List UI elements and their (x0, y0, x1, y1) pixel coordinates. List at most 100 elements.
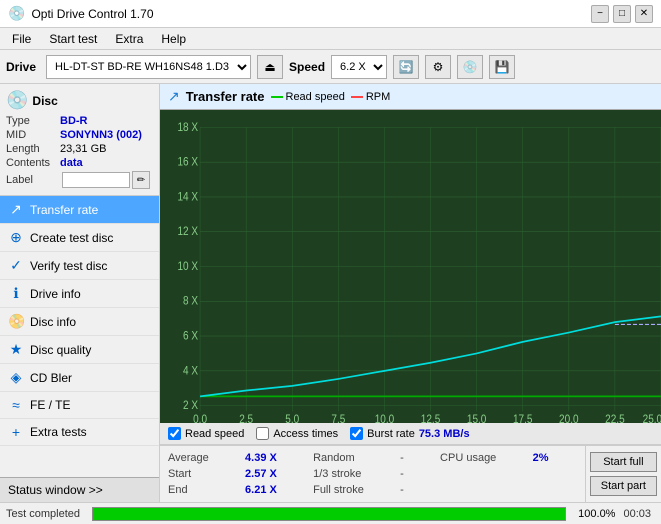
minimize-button[interactable]: − (591, 5, 609, 23)
action-buttons: Start full Start part (585, 446, 661, 502)
svg-text:20.0: 20.0 (559, 413, 578, 423)
nav-items: ↗ Transfer rate ⊕ Create test disc ✓ Ver… (0, 196, 159, 477)
nav-fe-te[interactable]: ≈ FE / TE (0, 392, 159, 419)
progress-bar-wrapper (92, 507, 566, 521)
random-value: - (396, 450, 434, 466)
legend-read-label: Read speed (286, 91, 345, 103)
legend-rpm-label: RPM (366, 91, 390, 103)
drive-info-icon: ℹ (8, 285, 24, 302)
chart-header: ↗ Transfer rate Read speed RPM (160, 84, 661, 110)
disc-info-icon: 📀 (8, 313, 24, 330)
burst-rate-value: 75.3 MB/s (419, 428, 470, 440)
menu-extra[interactable]: Extra (107, 30, 151, 48)
stroke-1-3-label: 1/3 stroke (311, 466, 392, 482)
svg-text:5.0: 5.0 (285, 413, 299, 423)
nav-drive-info-label: Drive info (30, 287, 81, 301)
svg-text:17.5: 17.5 (513, 413, 532, 423)
speed-label: Speed (289, 60, 325, 74)
disc-label-key: Label (6, 174, 60, 186)
access-times-check[interactable] (256, 427, 269, 440)
disc-contents-key: Contents (6, 157, 60, 169)
nav-transfer-rate[interactable]: ↗ Transfer rate (0, 196, 159, 224)
svg-text:12.5: 12.5 (421, 413, 440, 423)
svg-text:4 X: 4 X (183, 365, 198, 378)
extra-tests-icon: + (8, 424, 24, 440)
start-label: Start (166, 466, 237, 482)
svg-text:22.5: 22.5 (605, 413, 624, 423)
verify-test-disc-icon: ✓ (8, 257, 24, 274)
disc-icon: 💿 (6, 90, 28, 111)
drive-label: Drive (6, 60, 36, 74)
nav-verify-test-disc[interactable]: ✓ Verify test disc (0, 252, 159, 280)
status-time: 00:03 (623, 508, 651, 520)
save-button[interactable]: 💾 (489, 55, 515, 79)
nav-cd-bler-label: CD Bler (30, 371, 72, 385)
disc-length-key: Length (6, 143, 60, 155)
legend-rpm-color (351, 96, 363, 98)
status-text: Test completed (6, 508, 80, 520)
disc-type-row: Type BD-R (6, 115, 153, 127)
transfer-rate-chart: 18 X 16 X 14 X 12 X 10 X 8 X 6 X 4 X 2 X… (160, 110, 661, 423)
disc-type-value: BD-R (60, 115, 88, 127)
svg-text:15.0: 15.0 (467, 413, 486, 423)
nav-extra-tests-label: Extra tests (30, 425, 87, 439)
average-label: Average (166, 450, 237, 466)
refresh-button[interactable]: 🔄 (393, 55, 419, 79)
transfer-rate-icon: ↗ (8, 201, 24, 218)
speed-select[interactable]: 6.2 X (331, 55, 387, 79)
progress-percent: 100.0% (578, 508, 615, 520)
disc-header-label: Disc (32, 94, 57, 108)
access-times-check-label: Access times (273, 428, 338, 440)
chart-icon: ↗ (168, 88, 180, 105)
start-full-button[interactable]: Start full (590, 452, 657, 472)
disc-mid-key: MID (6, 129, 60, 141)
read-speed-checkbox[interactable]: Read speed (168, 427, 244, 440)
access-times-checkbox[interactable]: Access times (256, 427, 338, 440)
disc-contents-row: Contents data (6, 157, 153, 169)
eject-button[interactable]: ⏏ (257, 55, 283, 79)
nav-drive-info[interactable]: ℹ Drive info (0, 280, 159, 308)
start-part-button[interactable]: Start part (590, 476, 657, 496)
nav-create-test-disc[interactable]: ⊕ Create test disc (0, 224, 159, 252)
svg-text:0.0: 0.0 (193, 413, 207, 423)
maximize-button[interactable]: □ (613, 5, 631, 23)
menu-file[interactable]: File (4, 30, 39, 48)
svg-text:2 X: 2 X (183, 399, 198, 412)
svg-text:16 X: 16 X (177, 156, 198, 169)
create-test-disc-icon: ⊕ (8, 229, 24, 246)
nav-disc-info[interactable]: 📀 Disc info (0, 308, 159, 336)
status-window-button[interactable]: Status window >> (0, 477, 159, 502)
drive-select[interactable]: HL-DT-ST BD-RE WH16NS48 1.D3 (46, 55, 251, 79)
burst-rate-check-label: Burst rate (367, 428, 415, 440)
status-window-label: Status window >> (8, 483, 103, 497)
disc-mid-row: MID SONYNN3 (002) (6, 129, 153, 141)
sidebar: 💿 Disc Type BD-R MID SONYNN3 (002) Lengt… (0, 84, 160, 502)
stroke-1-3-value: - (396, 466, 434, 482)
settings-button[interactable]: ⚙ (425, 55, 451, 79)
disc-label-edit-button[interactable]: ✏ (132, 171, 150, 189)
chart-title: Transfer rate (186, 89, 265, 104)
disc-panel: 💿 Disc Type BD-R MID SONYNN3 (002) Lengt… (0, 84, 159, 196)
svg-text:8 X: 8 X (183, 295, 198, 308)
start-value: 2.57 X (241, 466, 307, 482)
disc-label-input[interactable] (62, 172, 130, 188)
menu-start-test[interactable]: Start test (41, 30, 105, 48)
nav-cd-bler[interactable]: ◈ CD Bler (0, 364, 159, 392)
burst-rate-checkbox[interactable]: Burst rate 75.3 MB/s (350, 427, 469, 440)
empty-val (529, 472, 579, 476)
svg-text:25.0 GB: 25.0 GB (643, 413, 661, 423)
svg-text:7.5: 7.5 (331, 413, 345, 423)
disc-length-row: Length 23,31 GB (6, 143, 153, 155)
full-stroke-label: Full stroke (311, 482, 392, 498)
drive-toolbar: Drive HL-DT-ST BD-RE WH16NS48 1.D3 ⏏ Spe… (0, 50, 661, 84)
read-speed-check[interactable] (168, 427, 181, 440)
chart-area[interactable]: 18 X 16 X 14 X 12 X 10 X 8 X 6 X 4 X 2 X… (160, 110, 661, 423)
nav-extra-tests[interactable]: + Extra tests (0, 419, 159, 446)
nav-disc-quality[interactable]: ★ Disc quality (0, 336, 159, 364)
media-button[interactable]: 💿 (457, 55, 483, 79)
close-button[interactable]: ✕ (635, 5, 653, 23)
menu-help[interactable]: Help (153, 30, 194, 48)
burst-rate-check[interactable] (350, 427, 363, 440)
app-title: Opti Drive Control 1.70 (31, 7, 153, 21)
read-speed-check-label: Read speed (185, 428, 244, 440)
